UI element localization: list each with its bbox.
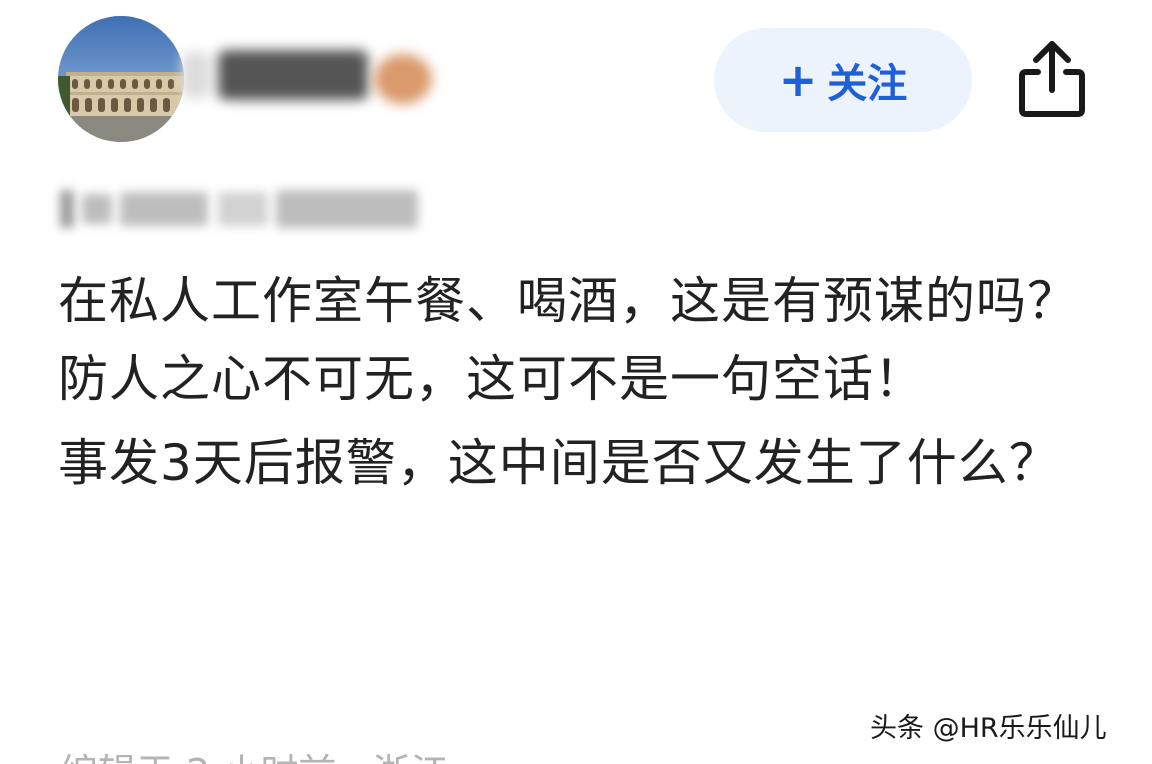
post-meta-blurred bbox=[60, 180, 422, 240]
post-paragraph: 在私人工作室午餐、喝酒，这是有预谋的吗？防人之心不可无，这可不是一句空话！ bbox=[58, 272, 1078, 408]
follow-button-label: 关注 bbox=[827, 61, 908, 107]
plus-icon: + bbox=[778, 53, 818, 107]
avatar-image bbox=[58, 16, 184, 142]
post-paragraph: 事发3天后报警，这中间是否又发生了什么？ bbox=[58, 434, 1060, 492]
post-page: + 关注 在私人工作室午餐、喝酒，这是有预谋的吗？防人之心不可无，这可不是一句空… bbox=[0, 0, 1152, 764]
post-edit-info: 编辑于 2 小时前 · 浙江 bbox=[60, 742, 449, 764]
follow-button[interactable]: + 关注 bbox=[714, 28, 972, 132]
user-avatar[interactable] bbox=[58, 16, 184, 142]
share-icon[interactable] bbox=[1012, 36, 1092, 122]
watermark: 头条 @HR乐乐仙儿 bbox=[870, 713, 1107, 744]
username-blurred[interactable] bbox=[182, 46, 442, 108]
post-content: 在私人工作室午餐、喝酒，这是有预谋的吗？防人之心不可无，这可不是一句空话！ 事发… bbox=[58, 262, 1118, 502]
